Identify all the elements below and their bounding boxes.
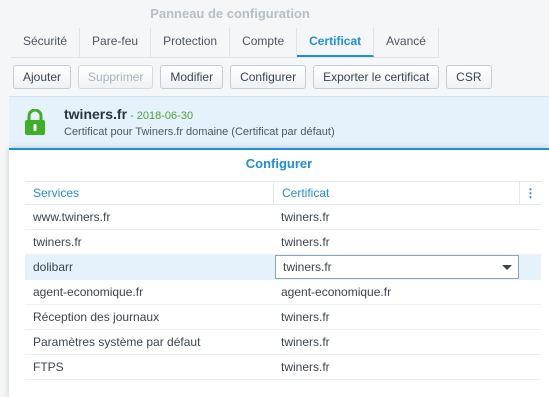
tab-protection[interactable]: Protection — [151, 28, 231, 57]
table-row[interactable]: twiners.fr twiners.fr — [25, 230, 541, 255]
csr-button[interactable]: CSR — [446, 65, 492, 89]
dialog-title: Configurer — [245, 156, 313, 171]
configure-dialog: Configurer Services Certificat ⋮ www.twi… — [9, 148, 549, 397]
tab-certificat[interactable]: Certificat — [297, 28, 375, 57]
table-row[interactable]: www.twiners.fr twiners.fr — [25, 205, 541, 230]
delete-button[interactable]: Supprimer — [78, 65, 154, 89]
table-row[interactable]: Réception des journaux twiners.fr — [25, 305, 541, 330]
service-cell: twiners.fr — [33, 235, 82, 249]
lock-icon — [25, 109, 45, 135]
certificate-description: Certificat pour Twiners.fr domaine (Cert… — [64, 126, 335, 138]
services-grid: Services Certificat ⋮ www.twiners.fr twi… — [25, 181, 541, 380]
certificate-select-value: twiners.fr — [283, 260, 332, 274]
certificate-cell: agent-economique.fr — [281, 285, 392, 299]
grid-header: Services Certificat ⋮ — [25, 181, 541, 205]
table-row[interactable]: Paramètres système par défaut twiners.fr — [25, 330, 541, 355]
tab-bar: Sécurité Pare-feu Protection Compte Cert… — [11, 28, 439, 58]
column-menu-icon[interactable]: ⋮ — [519, 182, 541, 204]
certificate-cell: twiners.fr — [281, 310, 330, 324]
edit-button[interactable]: Modifier — [160, 65, 224, 89]
certificate-cell: twiners.fr — [281, 235, 330, 249]
export-certificate-button[interactable]: Exporter le certificat — [313, 65, 440, 89]
tab-pare-feu[interactable]: Pare-feu — [80, 28, 152, 57]
table-row-selected[interactable]: dolibarr twiners.fr — [25, 255, 541, 280]
table-row[interactable]: agent-economique.fr agent-economique.fr — [25, 280, 541, 305]
certificate-item[interactable]: twiners.fr - 2018-06-30 Certificat pour … — [9, 96, 549, 148]
tab-compte[interactable]: Compte — [230, 28, 298, 57]
tab-avance[interactable]: Avancé — [374, 28, 439, 57]
service-cell: FTPS — [33, 360, 64, 374]
column-certificate[interactable]: Certificat — [273, 182, 519, 204]
add-button[interactable]: Ajouter — [13, 65, 72, 89]
configure-button[interactable]: Configurer — [230, 65, 307, 89]
certificate-title: twiners.fr - 2018-06-30 — [64, 106, 193, 122]
chevron-down-icon[interactable] — [502, 265, 512, 270]
column-services[interactable]: Services — [25, 182, 273, 204]
toolbar: Ajouter Supprimer Modifier Configurer Ex… — [13, 65, 492, 89]
certificate-cell: twiners.fr — [281, 335, 330, 349]
control-panel-window: Panneau de configuration Sécurité Pare-f… — [0, 0, 549, 397]
service-cell: agent-economique.fr — [33, 285, 144, 299]
certificate-cell: twiners.fr — [281, 210, 330, 224]
certificate-name: twiners.fr — [64, 106, 128, 122]
certificate-select[interactable]: twiners.fr — [275, 255, 519, 279]
window-title: Panneau de configuration — [150, 6, 310, 21]
certificate-cell: twiners.fr — [281, 360, 330, 374]
service-cell: dolibarr — [33, 260, 74, 274]
service-cell: Réception des journaux — [33, 310, 160, 324]
certificate-date: - 2018-06-30 — [127, 110, 194, 122]
table-row[interactable]: FTPS twiners.fr — [25, 355, 541, 380]
tab-securite[interactable]: Sécurité — [11, 28, 81, 57]
service-cell: www.twiners.fr — [33, 210, 111, 224]
service-cell: Paramètres système par défaut — [33, 335, 201, 349]
